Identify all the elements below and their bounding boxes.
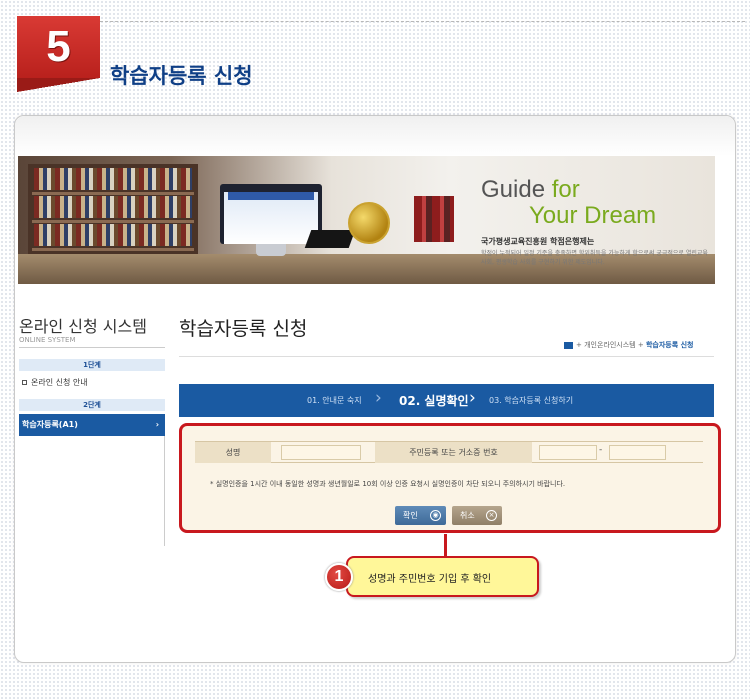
close-icon: × [486,510,497,521]
page-title: 학습자등록 신청 [179,318,308,340]
sidebar-item-learner-registration[interactable]: 학습자등록(A1) › [19,414,165,436]
callout-text: 성명과 주민번호 기입 후 확인 [368,574,492,585]
sidebar-stage-1: 1단계 [19,359,165,371]
callout-number-badge: 1 [325,563,353,591]
verification-notice: * 실명인증을 1시간 이내 동일한 성명과 생년월일로 10회 이상 인증 요… [210,480,566,488]
chevron-right-icon: › [155,420,159,429]
id-number-second-input[interactable] [609,445,666,460]
step-1-label: 01. 안내문 숙지 [307,396,362,405]
globe-image [348,202,390,244]
sidebar-item-online-guide[interactable]: 온라인 신청 안내 [19,374,165,392]
home-icon[interactable] [564,341,573,349]
name-label: 성명 [195,442,271,463]
banner-subtitle: 국가평생교육진흥원 학점은행제는 [481,237,595,246]
step-number: 5 [46,22,71,71]
step-arrow-icon: › [469,388,476,408]
step-badge: 5 [17,16,100,92]
breadcrumb: + 개인온라인시스템 + 학습자등록 신청 [564,340,693,350]
name-input[interactable] [281,445,361,460]
monitor-image [220,184,322,244]
sidebar-title: 온라인 신청 시스템 [19,317,147,336]
eye-icon: ◉ [430,510,441,521]
banner-heading-line2: Your Dream [529,202,657,229]
id-separator: - [599,445,603,455]
id-number-first-input[interactable] [539,445,597,460]
sidebar-stage-2: 2단계 [19,399,165,411]
guide-banner: Guide for Your Dream 국가평생교육진흥원 학점은행제는 학점… [18,156,715,284]
identity-verification-form: 성명 주민등록 또는 거소증 번호 - * 실명인증을 1시간 이내 동일한 성… [179,423,721,533]
callout-connector [444,534,447,556]
progress-steps: 01. 안내문 숙지 › 02. 실명확인 › 03. 학습자등록 신청하기 [179,384,714,417]
step-title: 학습자등록 신청 [110,64,253,88]
dashed-divider [100,21,745,22]
banner-heading-line1: Guide for [481,176,580,203]
step-3-label: 03. 학습자등록 신청하기 [489,396,574,405]
confirm-button[interactable]: 확인 ◉ [395,506,446,525]
books-image [414,196,454,242]
step-arrow-icon: › [375,388,382,408]
banner-body: 학점이 누적되어 일정 기준을 충족하면 학위취득을 가능하게 함으로써 궁극적… [481,250,708,266]
sidebar-subtitle: ONLINE SYSTEM [19,336,76,344]
id-number-label: 주민등록 또는 거소증 번호 [375,442,532,463]
callout-box: 성명과 주민번호 기입 후 확인 [346,556,539,597]
step-2-label: 02. 실명확인 [399,394,469,408]
cancel-button[interactable]: 취소 × [452,506,502,525]
graduation-cap-image [304,230,356,248]
square-bullet-icon [22,380,27,385]
